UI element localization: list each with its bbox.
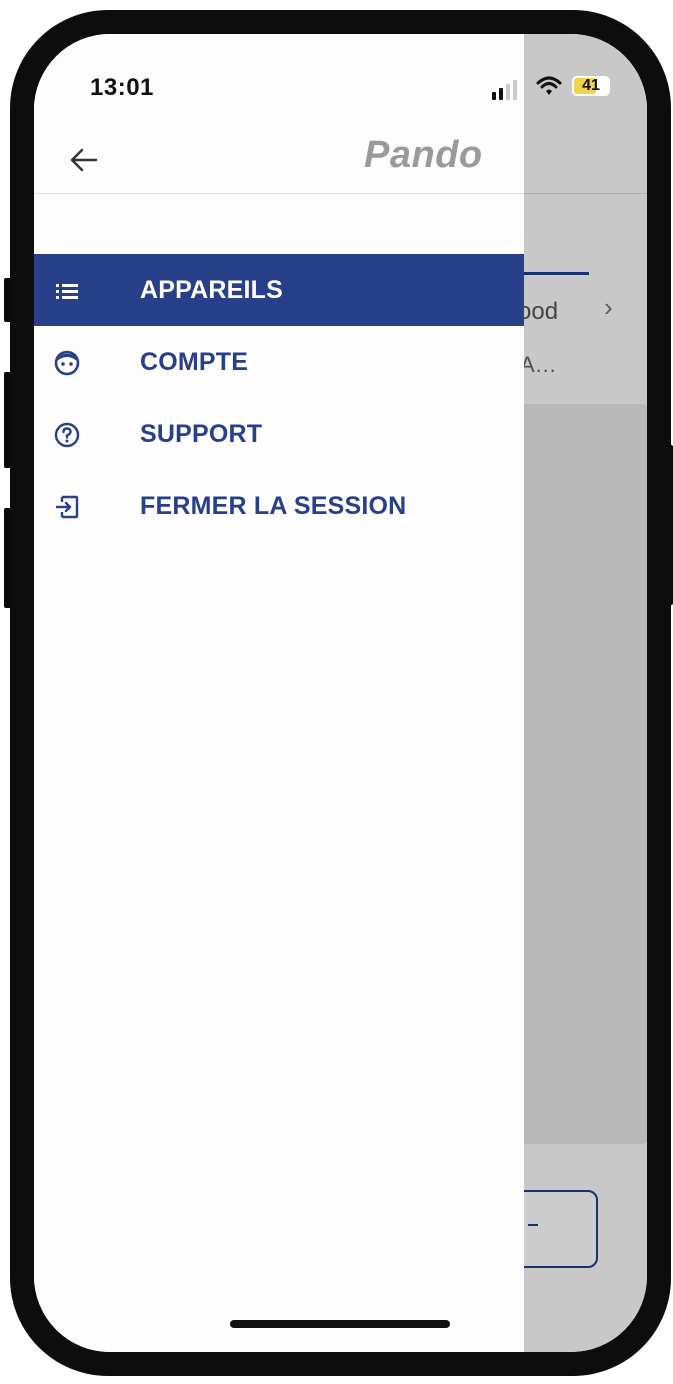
app-header: Pando — [34, 130, 524, 194]
battery-level: 41 — [582, 77, 600, 94]
logout-icon — [54, 494, 80, 520]
menu-item-label: COMPTE — [140, 347, 249, 376]
menu-item-appareils[interactable]: APPAREILS — [34, 254, 524, 326]
menu-item-label: FERMER LA SESSION — [140, 491, 407, 520]
menu-item-label: SUPPORT — [140, 419, 263, 448]
battery-icon: 41 — [570, 74, 616, 98]
help-circle-icon — [54, 422, 80, 448]
drawer-menu: APPAREILS COMPTE SUPPORT FERMER LA SESSI… — [34, 254, 524, 542]
device-frame: ood A… › 13:01 41 Pando APPAREILS COMPTE… — [0, 0, 673, 1384]
menu-item-fermer-la-session[interactable]: FERMER LA SESSION — [34, 470, 524, 542]
home-indicator[interactable] — [230, 1320, 450, 1328]
wifi-icon — [536, 76, 562, 95]
menu-item-compte[interactable]: COMPTE — [34, 326, 524, 398]
status-icons: 41 — [490, 72, 620, 104]
arrow-left-icon[interactable] — [68, 144, 100, 176]
status-time: 13:01 — [90, 74, 154, 101]
menu-item-label: APPAREILS — [140, 275, 284, 304]
app-logo: Pando — [364, 134, 483, 176]
navigation-drawer: 13:01 41 Pando APPAREILS COMPTE SUPPORT … — [34, 34, 616, 1352]
screen: ood A… › 13:01 41 Pando APPAREILS COMPTE… — [34, 34, 647, 1352]
face-icon — [54, 350, 80, 376]
menu-item-support[interactable]: SUPPORT — [34, 398, 524, 470]
list-icon — [54, 278, 80, 304]
phone-body: ood A… › 13:01 41 Pando APPAREILS COMPTE… — [10, 10, 671, 1376]
